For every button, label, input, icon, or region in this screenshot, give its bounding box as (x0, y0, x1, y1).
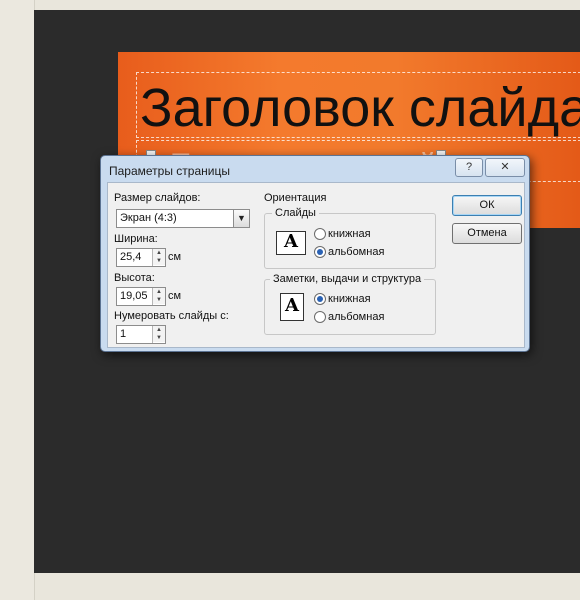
slides-group-label: Слайды (272, 207, 319, 219)
width-label: Ширина: (114, 233, 158, 245)
dialog-title: Параметры страницы (109, 164, 230, 178)
notes-landscape-radio[interactable] (314, 311, 326, 323)
left-panel (0, 0, 35, 600)
slides-portrait-label: книжная (328, 228, 371, 240)
stepper-down-icon[interactable]: ▼ (153, 296, 165, 304)
notes-landscape-label: альбомная (328, 311, 385, 323)
slides-landscape-radio[interactable] (314, 246, 326, 258)
slides-portrait-radio[interactable] (314, 228, 326, 240)
slide-size-label: Размер слайдов: (114, 192, 201, 204)
stepper-down-icon[interactable]: ▼ (153, 334, 165, 342)
width-unit: см (168, 251, 182, 263)
slides-landscape-label: альбомная (328, 246, 385, 258)
height-label: Высота: (114, 272, 155, 284)
numbering-value: 1 (120, 328, 127, 340)
notes-portrait-label: книжная (328, 293, 371, 305)
page-setup-dialog: Параметры страницы ? ✕ Размер слайдов: Э… (100, 155, 530, 352)
orientation-label: Ориентация (264, 192, 327, 204)
width-value: 25,4 (120, 251, 142, 263)
height-unit: см (168, 290, 182, 302)
width-stepper[interactable]: ▲ ▼ (152, 249, 165, 266)
dialog-body: Размер слайдов: Экран (4:3) ▼ Ширина: 25… (107, 182, 525, 348)
close-button[interactable]: ✕ (485, 158, 525, 177)
notes-group-label: Заметки, выдачи и структура (270, 273, 425, 285)
portrait-page-icon: A (280, 293, 304, 321)
numbering-input[interactable]: 1 ▲ ▼ (116, 325, 166, 344)
chevron-down-icon[interactable]: ▼ (233, 210, 249, 227)
cancel-button[interactable]: Отмена (452, 223, 522, 244)
width-input[interactable]: 25,4 ▲ ▼ (116, 248, 166, 267)
numbering-stepper[interactable]: ▲ ▼ (152, 326, 165, 343)
numbering-label: Нумеровать слайды с: (114, 310, 229, 322)
slide-title: Заголовок слайда (140, 78, 580, 138)
height-input[interactable]: 19,05 ▲ ▼ (116, 287, 166, 306)
dialog-titlebar[interactable]: Параметры страницы ? ✕ (101, 156, 529, 182)
height-value: 19,05 (120, 290, 148, 302)
slide-size-value: Экран (4:3) (120, 212, 177, 224)
help-button[interactable]: ? (455, 158, 483, 177)
notes-portrait-radio[interactable] (314, 293, 326, 305)
stepper-down-icon[interactable]: ▼ (153, 257, 165, 265)
ok-button[interactable]: ОК (452, 195, 522, 216)
slide-size-select[interactable]: Экран (4:3) ▼ (116, 209, 250, 228)
landscape-page-icon: A (276, 231, 306, 255)
height-stepper[interactable]: ▲ ▼ (152, 288, 165, 305)
